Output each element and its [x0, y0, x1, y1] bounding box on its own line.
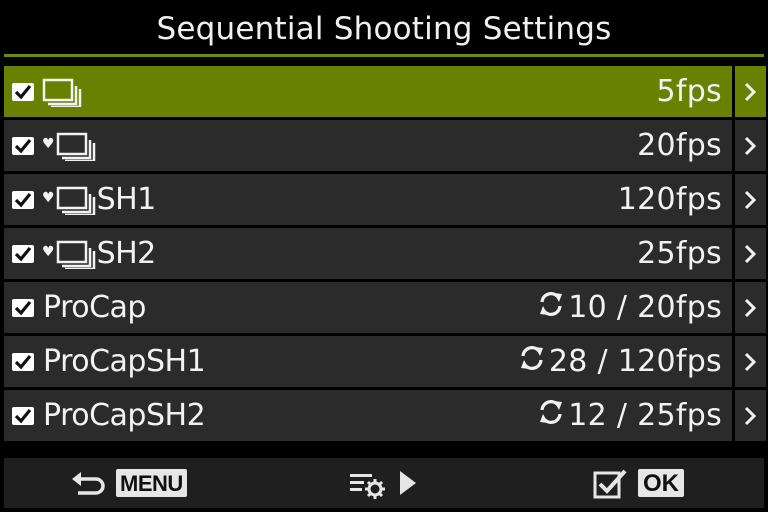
- silent-heart-icon: ♥: [42, 243, 55, 260]
- frame-rate-text: 10 / 20fps: [568, 290, 722, 325]
- chevron-right-icon: [743, 244, 757, 268]
- submenu-arrow-button[interactable]: [735, 174, 766, 225]
- mode-row-main[interactable]: 5fps: [4, 66, 732, 117]
- mode-row-main[interactable]: ♥ SH1 120fps: [4, 174, 732, 225]
- silent-sequential-shooting-icon: [56, 185, 96, 215]
- frame-rate-value: 120fps: [618, 174, 722, 225]
- frame-rate-text: 5fps: [656, 74, 722, 109]
- mode-label: [42, 66, 82, 117]
- submenu-arrow-button[interactable]: [735, 228, 766, 279]
- page-title: Sequential Shooting Settings: [156, 11, 612, 47]
- list-item[interactable]: ProCap 10 / 20fps: [4, 282, 768, 333]
- enabled-checkbox[interactable]: [12, 299, 34, 317]
- frame-rate-value: 5fps: [656, 66, 722, 117]
- enabled-checkbox[interactable]: [12, 407, 34, 425]
- mode-name: ProCapSH2: [43, 398, 206, 433]
- sequential-mode-list: 5fps ♥ 20fps ♥ SH1 120fps ♥ SH2 25fps ProCap 1…: [4, 66, 768, 444]
- sequential-shooting-icon: [42, 77, 82, 107]
- footer-bar: MENU OK: [4, 458, 764, 508]
- silent-sequential-shooting-icon: [56, 239, 96, 269]
- frame-rate-value: 28 / 120fps: [518, 336, 722, 387]
- settings-button[interactable]: [348, 458, 420, 508]
- pro-capture-loop-icon: [537, 398, 565, 434]
- mode-row-main[interactable]: ♥ 20fps: [4, 120, 732, 171]
- mode-name: ProCapSH1: [43, 344, 206, 379]
- submenu-arrow-button[interactable]: [735, 390, 766, 441]
- frame-rate-text: 120fps: [617, 182, 722, 217]
- frame-rate-text: 12 / 25fps: [568, 398, 722, 433]
- chevron-right-icon: [743, 190, 757, 214]
- chevron-right-icon: [743, 352, 757, 376]
- enabled-checkbox[interactable]: [12, 137, 34, 155]
- play-right-icon: [400, 471, 416, 495]
- menu-badge: MENU: [116, 469, 187, 497]
- submenu-arrow-button[interactable]: [735, 282, 766, 333]
- frame-rate-value: 25fps: [637, 228, 722, 279]
- mode-label: ♥ SH2: [42, 228, 156, 279]
- mode-name: SH2: [96, 236, 157, 271]
- frame-rate-value: 12 / 25fps: [537, 390, 722, 441]
- back-menu-button[interactable]: MENU: [70, 458, 187, 508]
- chevron-right-icon: [743, 82, 757, 106]
- mode-name: ProCap: [43, 290, 146, 325]
- submenu-arrow-button[interactable]: [735, 66, 766, 117]
- frame-rate-text: 20fps: [637, 128, 722, 163]
- mode-row-main[interactable]: ProCap 10 / 20fps: [4, 282, 732, 333]
- mode-row-main[interactable]: ProCapSH1 28 / 120fps: [4, 336, 732, 387]
- chevron-right-icon: [743, 406, 757, 430]
- mode-label: ProCapSH2: [42, 390, 206, 441]
- list-item[interactable]: 5fps: [4, 66, 768, 117]
- mode-label: ProCap: [42, 282, 146, 333]
- frame-rate-text: 28 / 120fps: [548, 344, 722, 379]
- list-item[interactable]: ♥ 20fps: [4, 120, 768, 171]
- chevron-right-icon: [743, 298, 757, 322]
- silent-sequential-shooting-icon: [56, 131, 96, 161]
- mode-row-main[interactable]: ♥ SH2 25fps: [4, 228, 732, 279]
- enabled-checkbox[interactable]: [12, 191, 34, 209]
- settings-list-icon: [350, 474, 385, 499]
- list-item[interactable]: ProCapSH1 28 / 120fps: [4, 336, 768, 387]
- mode-label: ♥: [42, 120, 96, 171]
- mode-name: SH1: [96, 182, 157, 217]
- mode-label: ♥ SH1: [42, 174, 156, 225]
- chevron-right-icon: [743, 136, 757, 160]
- enabled-checkbox[interactable]: [12, 353, 34, 371]
- pro-capture-loop-icon: [518, 344, 546, 380]
- frame-rate-text: 25fps: [637, 236, 722, 271]
- confirm-ok-button[interactable]: OK: [592, 458, 684, 508]
- return-arrow-icon: [72, 472, 105, 495]
- mode-label: ProCapSH1: [42, 336, 206, 387]
- frame-rate-value: 10 / 20fps: [537, 282, 722, 333]
- enabled-checkbox[interactable]: [12, 83, 34, 101]
- silent-heart-icon: ♥: [42, 189, 55, 206]
- enabled-checkbox[interactable]: [12, 245, 34, 263]
- submenu-arrow-button[interactable]: [735, 336, 766, 387]
- silent-heart-icon: ♥: [42, 135, 55, 152]
- ok-badge: OK: [638, 469, 684, 497]
- list-item[interactable]: ProCapSH2 12 / 25fps: [4, 390, 768, 441]
- list-item[interactable]: ♥ SH1 120fps: [4, 174, 768, 225]
- list-item[interactable]: ♥ SH2 25fps: [4, 228, 768, 279]
- frame-rate-value: 20fps: [637, 120, 722, 171]
- pro-capture-loop-icon: [537, 290, 565, 326]
- title-divider: [4, 54, 764, 57]
- mode-row-main[interactable]: ProCapSH2 12 / 25fps: [4, 390, 732, 441]
- submenu-arrow-button[interactable]: [735, 120, 766, 171]
- checkbox-icon: [593, 469, 627, 499]
